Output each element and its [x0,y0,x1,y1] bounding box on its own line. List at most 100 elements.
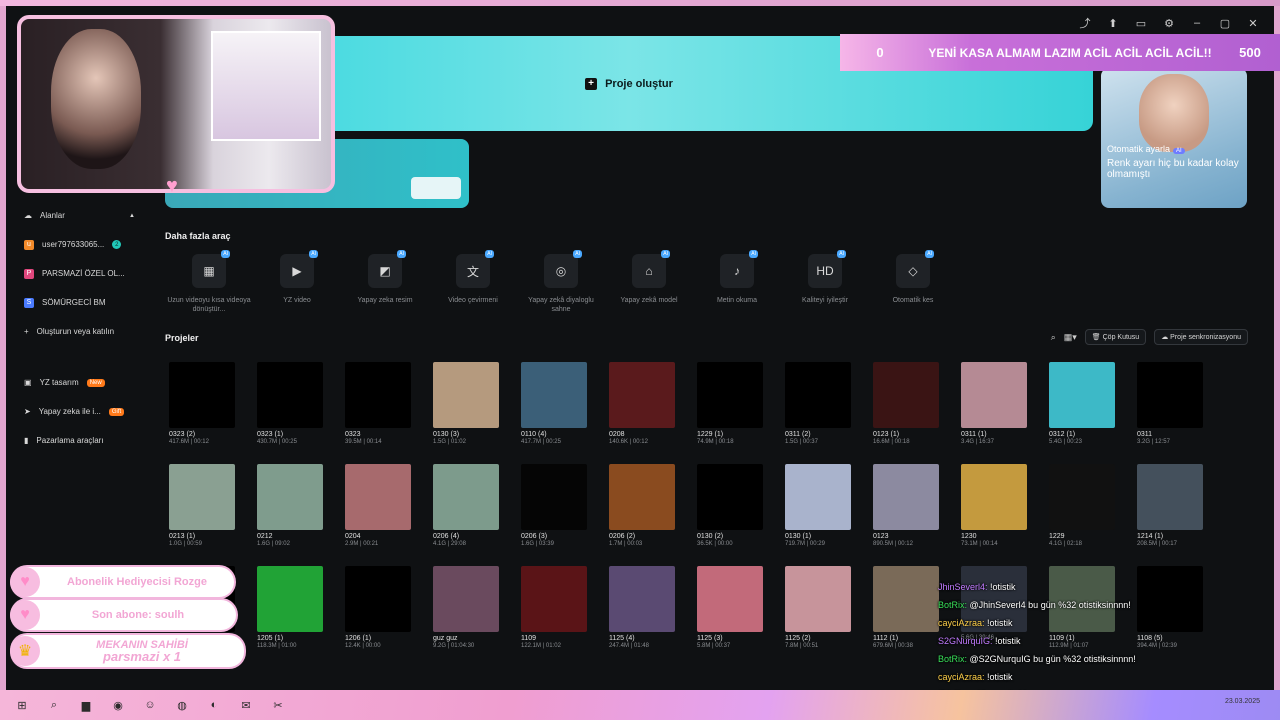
project-thumbnail[interactable] [521,362,587,428]
sidebar-item-user[interactable]: u user797633065... 2 [16,230,141,259]
project-card[interactable]: 1230 73.1M | 00:14 [957,464,1045,547]
tool-long-to-short[interactable]: ▦ AI Uzun videoyu kısa videoya dönüştür... [165,250,253,314]
share-icon[interactable]: ⤴ [1078,16,1092,30]
sidebar-item-ai-design[interactable]: ▣ YZ tasarım New [16,368,141,397]
project-thumbnail[interactable] [1137,464,1203,530]
project-card[interactable]: 1229 4.1G | 02:18 [1045,464,1133,547]
tool-dialogue-scene[interactable]: ◎ AI Yapay zekâ diyaloglu sahne [517,250,605,314]
project-card[interactable]: 1125 (4) 247.4M | 01:48 [605,566,693,649]
project-card[interactable]: 0130 (1) 719.7M | 00:29 [781,464,869,547]
project-thumbnail[interactable] [785,362,851,428]
project-card[interactable]: 0206 (4) 4.1G | 29:08 [429,464,517,547]
project-thumbnail[interactable] [521,464,587,530]
project-card[interactable]: 1125 (3) 5.8M | 00:37 [693,566,781,649]
project-card[interactable]: 0204 2.9M | 00:21 [341,464,429,547]
project-thumbnail[interactable] [697,362,763,428]
tool-text-to-speech[interactable]: ♪ AI Metin okuma [693,250,781,314]
discord-icon[interactable]: ☺ [142,697,158,713]
sidebar-item-marketing[interactable]: ▮ Pazarlama araçları [16,426,141,455]
project-card[interactable]: 0311 3.2G | 12:57 [1133,362,1221,445]
tool-enhance-quality[interactable]: HD AI Kaliteyi iyileştir [781,250,869,314]
project-thumbnail[interactable] [257,362,323,428]
sync-button[interactable]: ☁ Proje senkronizasyonu [1154,329,1248,345]
file-explorer-icon[interactable]: ▆ [78,697,94,713]
project-card[interactable]: 0312 (1) 5.4G | 00:23 [1045,362,1133,445]
feedback-icon[interactable]: ▭ [1134,16,1148,30]
settings-icon[interactable]: ⚙ [1162,16,1176,30]
project-card[interactable]: 0311 (2) 1.5G | 00:37 [781,362,869,445]
tool-ai-image[interactable]: ◩ AI Yapay zeka resim [341,250,429,314]
project-thumbnail[interactable] [873,566,939,632]
project-thumbnail[interactable] [1049,464,1115,530]
project-card[interactable]: 0130 (2) 36.5K | 00:00 [693,464,781,547]
close-icon[interactable]: ✕ [1246,16,1260,30]
project-card[interactable]: 0213 (1) 1.0G | 00:59 [165,464,253,547]
project-thumbnail[interactable] [433,464,499,530]
project-thumbnail[interactable] [697,566,763,632]
project-card[interactable]: 0212 1.6G | 09:02 [253,464,341,547]
project-card[interactable]: 1125 (2) 7.8M | 00:51 [781,566,869,649]
trash-button[interactable]: 🗑 Çöp Kutusu [1084,329,1147,345]
maximize-icon[interactable]: ▢ [1218,16,1232,30]
project-thumbnail[interactable] [609,566,675,632]
project-card[interactable]: 0123 (1) 16.6M | 00:18 [869,362,957,445]
tool-ai-model[interactable]: ⌂ AI Yapay zekâ model [605,250,693,314]
tool-auto-cut[interactable]: ◇ AI Otomatik kes [869,250,957,314]
project-card[interactable]: 0130 (3) 1.5G | 01:02 [429,362,517,445]
search-icon[interactable]: ⌕ [46,697,62,713]
obs-icon[interactable]: ◍ [174,697,190,713]
sidebar-item-spaces[interactable]: ☁ Alanlar ▲ [16,201,141,230]
project-thumbnail[interactable] [1137,362,1203,428]
minimize-icon[interactable]: – [1190,16,1204,30]
project-card[interactable]: 0311 (1) 3.4G | 16:37 [957,362,1045,445]
mail-icon[interactable]: ✉ [238,697,254,713]
project-card[interactable]: 0323 (2) 417.6M | 00:12 [165,362,253,445]
sidebar-item-parsmazi[interactable]: P PARSMAZİ ÖZEL OL... [16,259,141,288]
project-thumbnail[interactable] [169,464,235,530]
project-card[interactable]: 1206 (1) 12.4K | 00:00 [341,566,429,649]
project-thumbnail[interactable] [521,566,587,632]
project-thumbnail[interactable] [785,566,851,632]
opera-icon[interactable]: ◉ [110,697,126,713]
project-card[interactable]: 1229 (1) 74.9M | 00:18 [693,362,781,445]
project-card[interactable]: guz guz 9.2G | 01:04:30 [429,566,517,649]
project-thumbnail[interactable] [433,566,499,632]
project-thumbnail[interactable] [609,464,675,530]
project-thumbnail[interactable] [169,362,235,428]
project-card[interactable]: 0323 39.5M | 00:14 [341,362,429,445]
sidebar-item-create-join[interactable]: + Oluşturun veya katılın [16,317,141,346]
project-thumbnail[interactable] [345,464,411,530]
project-thumbnail[interactable] [609,362,675,428]
project-thumbnail[interactable] [785,464,851,530]
upload-icon[interactable]: ⬆ [1106,16,1120,30]
project-card[interactable]: 1205 (1) 118.3M | 01:00 [253,566,341,649]
sidebar-item-ai-gift[interactable]: ➤ Yapay zeka ile i... Gift [16,397,141,426]
project-thumbnail[interactable] [873,464,939,530]
project-thumbnail[interactable] [257,464,323,530]
tool-ai-video[interactable]: ▶ AI YZ video [253,250,341,314]
windows-start-icon[interactable]: ⊞ [14,697,30,713]
capcut-icon[interactable]: ✂ [270,697,286,713]
sidebar-item-somurgeci[interactable]: S SÖMÜRGECİ BM [16,288,141,317]
project-card[interactable]: 0123 890.5M | 00:12 [869,464,957,547]
project-thumbnail[interactable] [961,362,1027,428]
project-thumbnail[interactable] [433,362,499,428]
project-card[interactable]: 0206 (3) 1.6G | 03:39 [517,464,605,547]
grid-view-icon[interactable]: ▦▾ [1064,332,1077,343]
project-thumbnail[interactable] [961,464,1027,530]
project-card[interactable]: 0323 (1) 430.7M | 00:25 [253,362,341,445]
project-thumbnail[interactable] [697,464,763,530]
promo-card[interactable]: Otomatik ayarla AI Renk ayarı hiç bu kada… [1101,68,1247,208]
project-thumbnail[interactable] [873,362,939,428]
project-thumbnail[interactable] [1049,362,1115,428]
edge-icon[interactable]: ◐ [206,697,222,713]
project-thumbnail[interactable] [257,566,323,632]
project-card[interactable]: 0110 (4) 417.7M | 00:25 [517,362,605,445]
project-card[interactable]: 1214 (1) 208.5M | 00:17 [1133,464,1221,547]
project-card[interactable]: 1109 122.1M | 01:02 [517,566,605,649]
tool-video-translator[interactable]: 文 AI Video çevirmeni [429,250,517,314]
project-thumbnail[interactable] [345,362,411,428]
search-icon[interactable]: ⌕ [1051,332,1056,343]
project-card[interactable]: 0206 (2) 1.7M | 00:03 [605,464,693,547]
project-thumbnail[interactable] [345,566,411,632]
